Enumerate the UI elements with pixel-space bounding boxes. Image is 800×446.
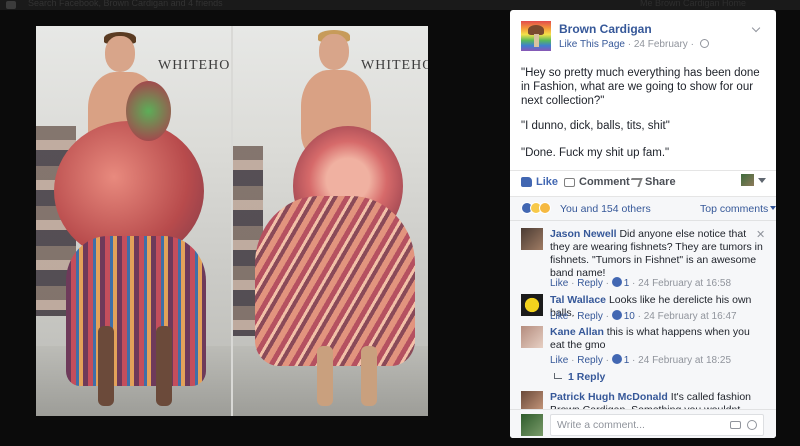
comment-composer <box>510 409 776 438</box>
facebook-icon[interactable] <box>6 1 16 9</box>
comment-like-count[interactable]: 1 <box>624 278 630 289</box>
search-bar-text[interactable]: Search Facebook, Brown Cardigan and 4 fr… <box>28 0 223 8</box>
emoji-icon[interactable] <box>747 420 757 430</box>
like-page-link[interactable]: Like This Page <box>559 39 625 50</box>
reply-arrow-icon <box>554 373 562 379</box>
comment-reply-link[interactable]: Reply <box>577 278 603 289</box>
post-date[interactable]: 24 February <box>634 39 688 50</box>
post-meta: Like This Page · 24 February · <box>559 39 709 50</box>
comment-reply-link[interactable]: Reply <box>577 355 603 366</box>
globe-icon <box>699 39 709 48</box>
post-action-bar: Like Comment Share <box>510 170 776 194</box>
share-button-label: Share <box>645 176 676 188</box>
share-icon <box>628 178 643 187</box>
camera-icon[interactable] <box>730 421 741 429</box>
comment-like-link[interactable]: Like <box>550 311 568 322</box>
top-comments-dropdown[interactable]: Top comments <box>700 203 776 215</box>
post-photo[interactable]: WHITEHO WHITEHO <box>36 26 428 416</box>
viewer-avatar[interactable] <box>521 414 543 436</box>
reactions-count-link[interactable]: You and 154 others <box>560 203 651 215</box>
photo-pane-left: WHITEHO <box>36 26 231 416</box>
model-left <box>36 26 231 416</box>
like-count-icon <box>611 277 622 287</box>
comment-actions: Like · Reply · 1 · 24 February at 18:25 <box>550 354 732 366</box>
comment-like-count[interactable]: 10 <box>624 311 635 322</box>
comment-text: Jason Newell Did anyone else notice that… <box>550 228 764 280</box>
page-name-link[interactable]: Brown Cardigan <box>559 22 652 36</box>
share-button[interactable]: Share <box>628 176 676 188</box>
meta-separator: · <box>690 39 697 50</box>
commenter-avatar[interactable] <box>521 326 543 348</box>
comment-like-link[interactable]: Like <box>550 278 568 289</box>
comment-time[interactable]: 24 February at 18:25 <box>638 355 731 366</box>
post-paragraph: "Done. Fuck my shit up fam." <box>521 147 670 159</box>
like-count-icon <box>611 310 622 320</box>
top-nav-text[interactable]: Me Brown Cardigan Home <box>640 0 746 8</box>
like-count-icon <box>611 354 622 364</box>
replies-count: 1 Reply <box>568 371 606 383</box>
comment-icon <box>564 178 575 187</box>
model-right <box>233 26 428 416</box>
commenter-name[interactable]: Jason Newell <box>550 228 617 240</box>
page-avatar[interactable] <box>521 21 551 51</box>
view-replies-link[interactable]: 1 Reply <box>554 371 605 383</box>
like-button-label: Like <box>536 176 559 188</box>
comment-actions: Like · Reply · 1 · 24 February at 16:58 <box>550 277 732 289</box>
caret-down-icon[interactable] <box>758 178 766 183</box>
commenter-name[interactable]: Kane Allan <box>550 326 604 338</box>
post-paragraph: "I dunno, dick, balls, tits, shit" <box>521 120 670 132</box>
reactions-row: You and 154 others Top comments <box>510 197 776 221</box>
comment-text: Kane Allan this is what happens when you… <box>550 326 764 352</box>
commenter-name[interactable]: Tal Wallace <box>550 294 606 306</box>
comment-button[interactable]: Comment <box>564 176 630 188</box>
comment-button-label: Comment <box>579 176 630 188</box>
post-paragraph: "Hey so pretty much everything has been … <box>521 67 760 107</box>
close-icon[interactable]: ✕ <box>756 228 765 241</box>
commenter-avatar[interactable] <box>521 294 543 316</box>
post-header: Brown Cardigan Like This Page · 24 Febru… <box>510 10 776 58</box>
comment-actions: Like · Reply · 10 · 24 February at 16:47 <box>550 310 737 322</box>
like-button[interactable]: Like <box>521 176 558 188</box>
chevron-down-icon[interactable] <box>751 23 761 33</box>
commenter-avatar[interactable] <box>521 228 543 250</box>
browser-top-bar: Search Facebook, Brown Cardigan and 4 fr… <box>0 0 800 10</box>
post-panel: Brown Cardigan Like This Page · 24 Febru… <box>510 10 776 438</box>
photo-pane-right: WHITEHO <box>233 26 428 416</box>
comment-time[interactable]: 24 February at 16:47 <box>644 311 737 322</box>
commenter-name[interactable]: Patrick Hugh McDonald <box>550 391 668 403</box>
sad-reaction-icon[interactable] <box>539 202 551 214</box>
viewer-avatar[interactable] <box>741 174 754 186</box>
comment-time[interactable]: 24 February at 16:58 <box>638 278 731 289</box>
thumbs-up-icon <box>521 177 532 187</box>
mushroom-stem <box>534 34 539 47</box>
comment-reply-link[interactable]: Reply <box>577 311 603 322</box>
comments-section: You and 154 others Top comments Jason Ne… <box>510 196 776 438</box>
top-comments-label: Top comments <box>700 203 769 215</box>
caret-down-icon <box>770 206 776 210</box>
comment-like-count[interactable]: 1 <box>624 355 630 366</box>
comment-like-link[interactable]: Like <box>550 355 568 366</box>
